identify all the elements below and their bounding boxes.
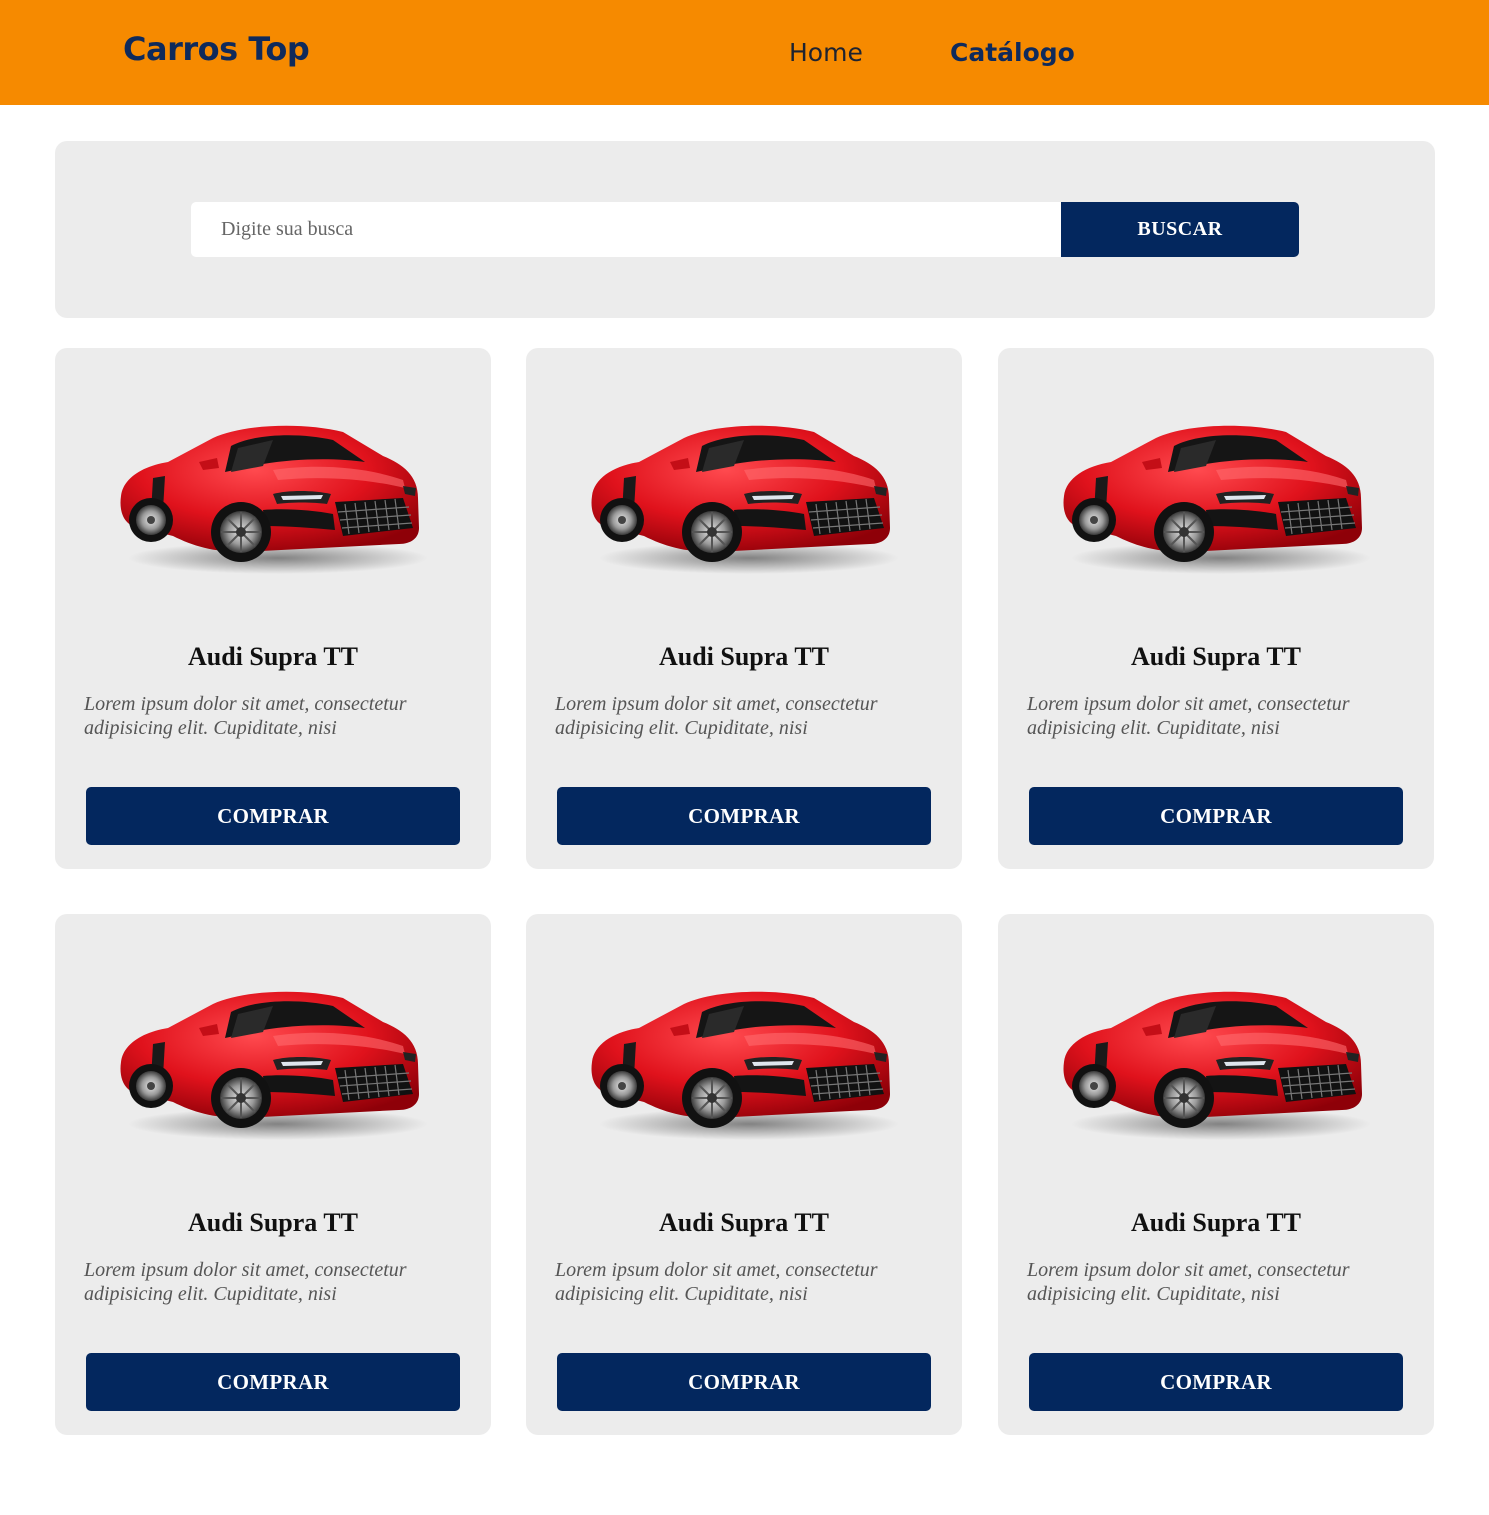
car-image xyxy=(590,424,900,575)
nav-link-home[interactable]: Home xyxy=(789,38,863,67)
buy-button[interactable]: COMPRAR xyxy=(86,787,460,845)
product-title: Audi Supra TT xyxy=(1130,1208,1302,1237)
product-card: Audi Supra TT Lorem ipsum dolor sit amet… xyxy=(55,914,491,1435)
search-button[interactable]: BUSCAR xyxy=(1061,202,1299,257)
product-card: Audi Supra TT Lorem ipsum dolor sit amet… xyxy=(526,348,962,869)
buy-button[interactable]: COMPRAR xyxy=(86,1353,460,1411)
buy-button[interactable]: COMPRAR xyxy=(1029,1353,1403,1411)
car-image xyxy=(590,990,900,1141)
brand-logo[interactable]: Carros Top xyxy=(123,30,310,68)
product-description: Lorem ipsum dolor sit amet, consectetur … xyxy=(555,693,878,739)
product-title: Audi Supra TT xyxy=(187,1208,359,1237)
product-description: Lorem ipsum dolor sit amet, consectetur … xyxy=(555,1259,878,1305)
buy-button[interactable]: COMPRAR xyxy=(557,1353,931,1411)
nav-link-catalogo[interactable]: Catálogo xyxy=(950,38,1075,67)
car-image xyxy=(1062,990,1372,1141)
search-input[interactable] xyxy=(191,202,1061,257)
product-title: Audi Supra TT xyxy=(187,642,359,671)
search-panel: BUSCAR xyxy=(55,141,1435,318)
buy-button[interactable]: COMPRAR xyxy=(1029,787,1403,845)
product-description: Lorem ipsum dolor sit amet, consectetur … xyxy=(84,693,407,739)
product-description: Lorem ipsum dolor sit amet, consectetur … xyxy=(84,1259,407,1305)
product-title: Audi Supra TT xyxy=(658,642,830,671)
product-card: Audi Supra TT Lorem ipsum dolor sit amet… xyxy=(526,914,962,1435)
product-title: Audi Supra TT xyxy=(1130,642,1302,671)
product-description: Lorem ipsum dolor sit amet, consectetur … xyxy=(1027,693,1350,739)
buy-button[interactable]: COMPRAR xyxy=(557,787,931,845)
product-title: Audi Supra TT xyxy=(658,1208,830,1237)
car-image xyxy=(119,424,429,575)
car-image xyxy=(1062,424,1372,575)
product-description: Lorem ipsum dolor sit amet, consectetur … xyxy=(1027,1259,1350,1305)
site-header: Carros Top Home Catálogo xyxy=(0,0,1489,105)
product-card: Audi Supra TT Lorem ipsum dolor sit amet… xyxy=(998,914,1434,1435)
car-image xyxy=(119,990,429,1141)
product-card: Audi Supra TT Lorem ipsum dolor sit amet… xyxy=(55,348,491,869)
product-card: Audi Supra TT Lorem ipsum dolor sit amet… xyxy=(998,348,1434,869)
